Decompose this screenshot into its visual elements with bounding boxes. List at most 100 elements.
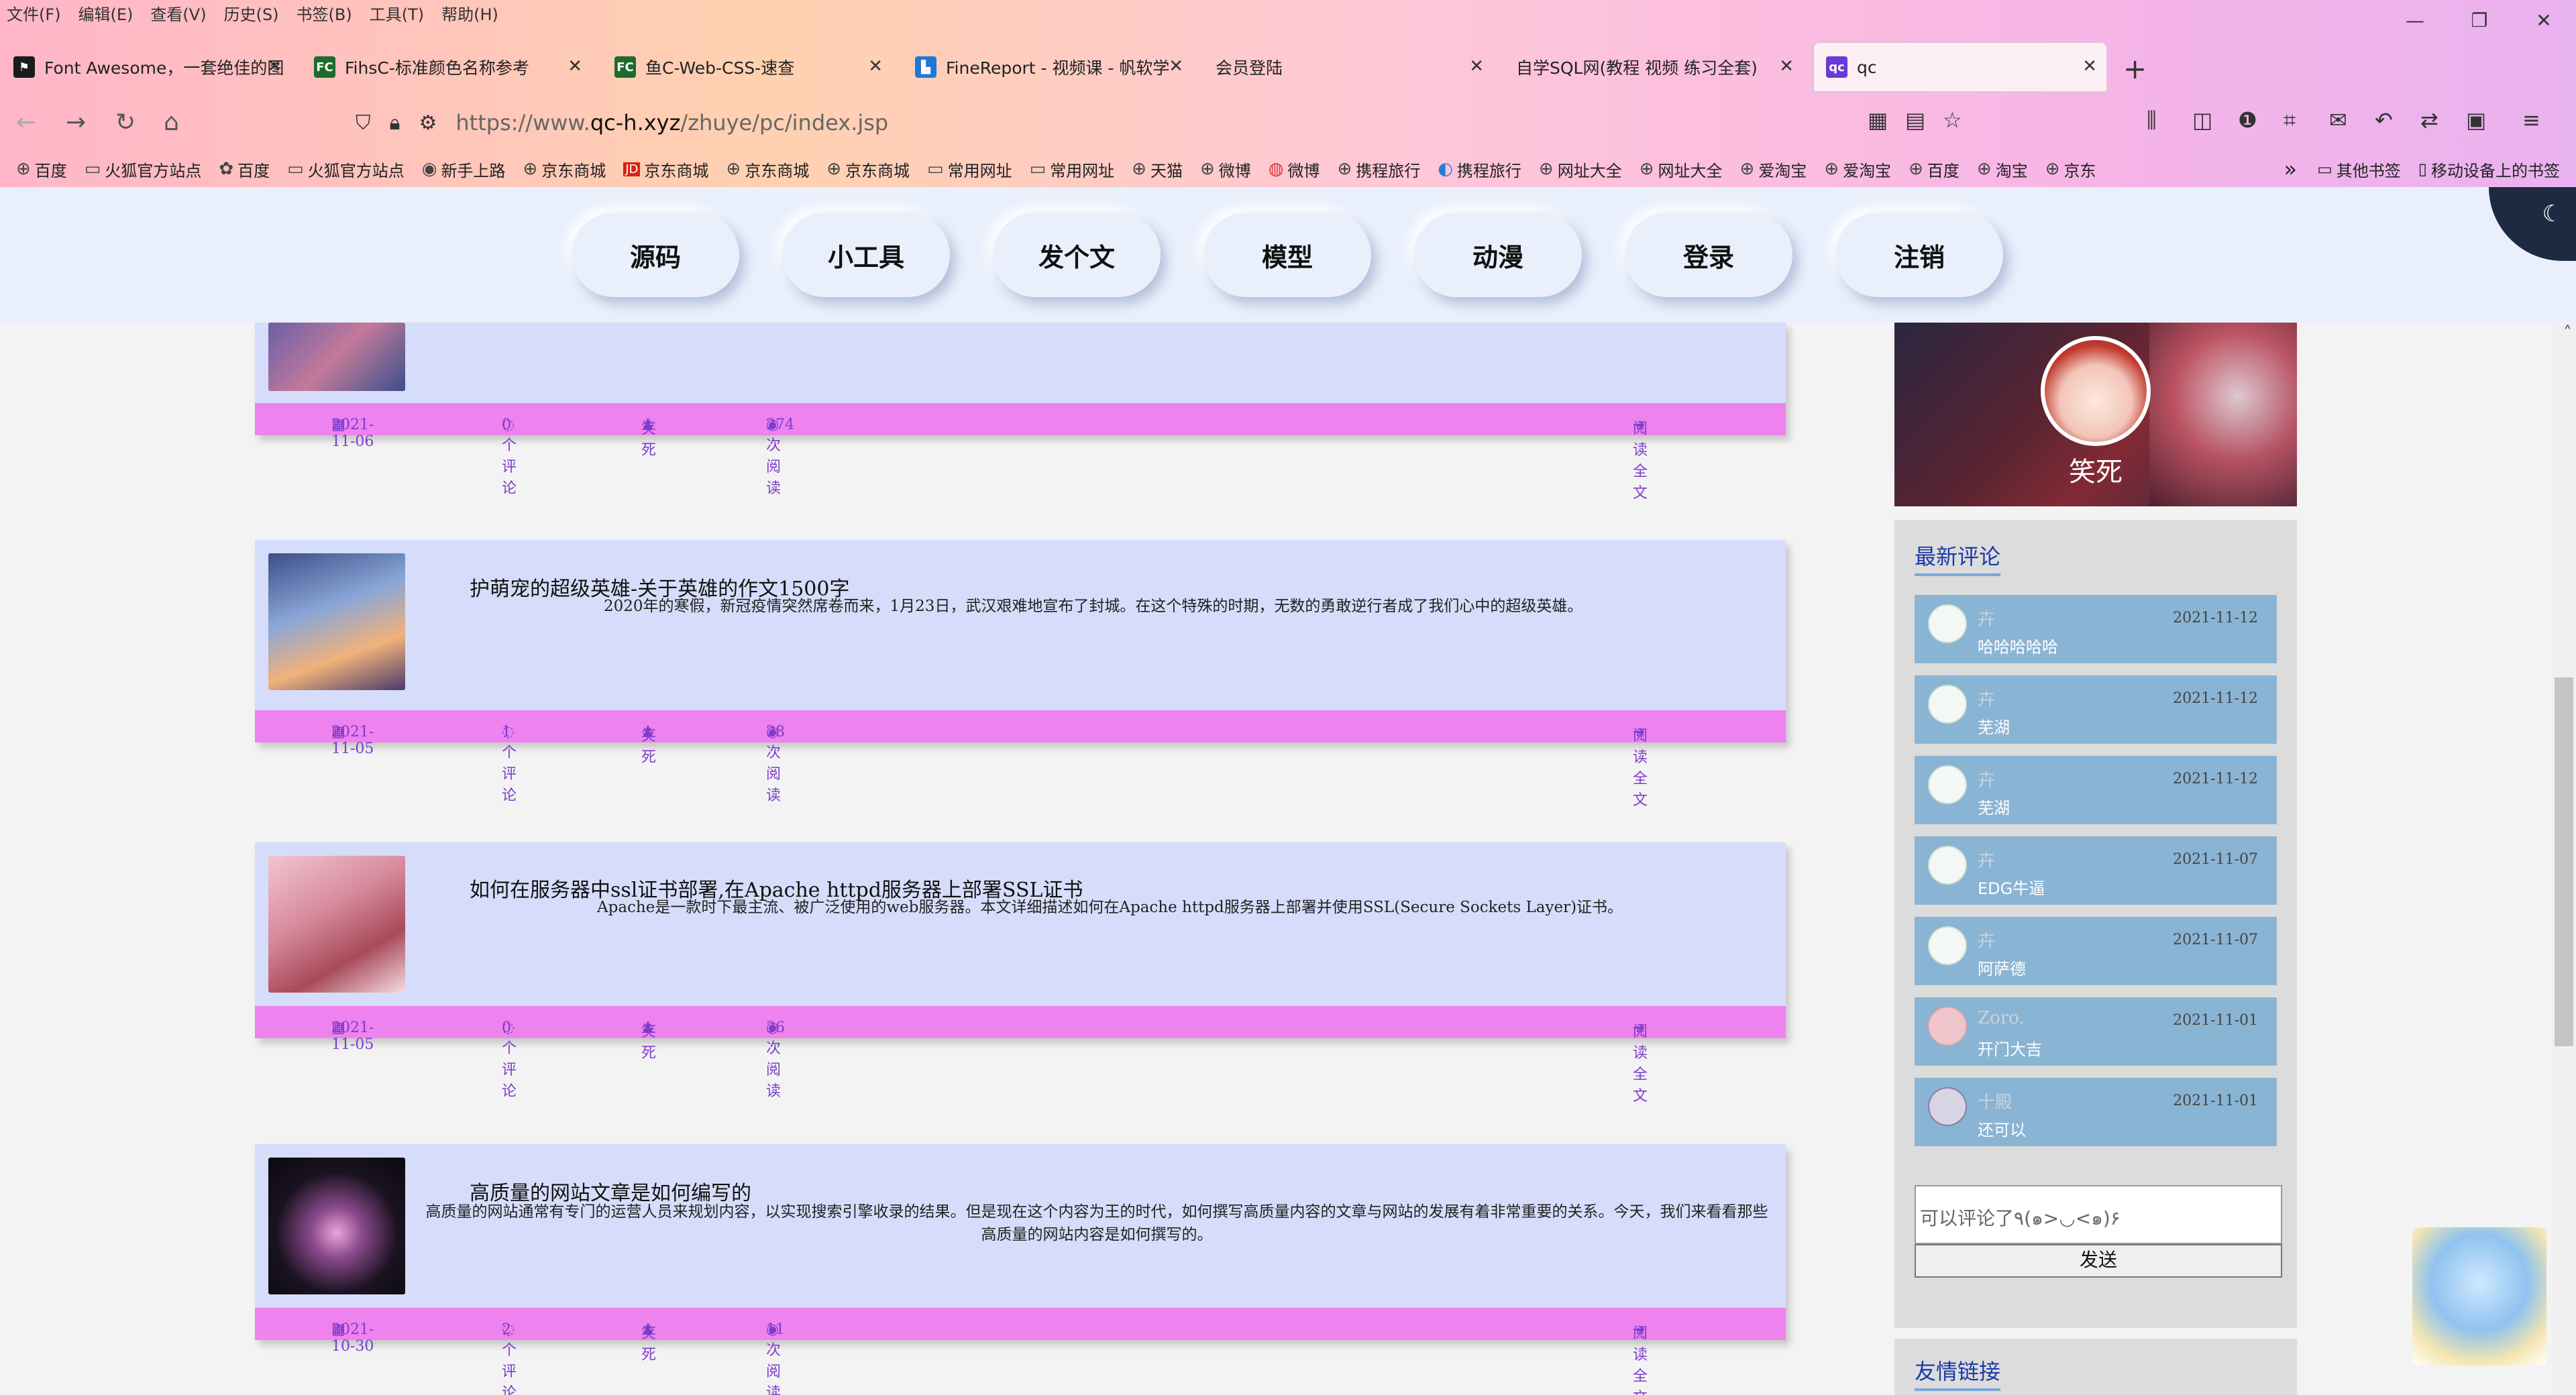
bookmark-item[interactable]: ▭ 常用网址 xyxy=(1030,158,1115,181)
back-icon[interactable]: ← xyxy=(16,109,36,136)
close-icon[interactable]: ✕ xyxy=(868,56,883,76)
tab-member-login[interactable]: 会员登陆 ✕ xyxy=(1202,42,1495,93)
terminal-icon[interactable]: ▣ xyxy=(2466,107,2486,133)
post-thumbnail[interactable] xyxy=(268,1158,405,1294)
close-icon[interactable]: ✕ xyxy=(267,56,282,76)
close-icon[interactable]: ✕ xyxy=(1469,56,1484,76)
menu-file[interactable]: 文件(F) xyxy=(7,1,61,25)
tab-font-awesome[interactable]: ⚑ Font Awesome，一套绝佳的图 ✕ xyxy=(0,42,292,93)
bookmark-item[interactable]: ⊕ 百度 xyxy=(1909,158,1960,181)
comment-input[interactable]: 可以评论了٩(๑>◡<๑)۶ xyxy=(1915,1185,2282,1244)
post-thumbnail[interactable] xyxy=(268,323,405,391)
chat-icon[interactable]: ✉ xyxy=(2329,107,2347,133)
menu-history[interactable]: 历史(S) xyxy=(224,1,279,25)
bookmark-item[interactable]: ⊕ 京东 xyxy=(2045,158,2096,181)
bookmark-item[interactable]: ◍ 微博 xyxy=(1269,158,1320,181)
library-icon[interactable]: ⫼ xyxy=(2147,107,2157,133)
post-thumbnail[interactable] xyxy=(268,553,405,690)
url-text[interactable]: https://www.qc-h.xyz/zhuye/pc/index.jsp xyxy=(455,110,888,135)
reload-icon[interactable]: ↻ xyxy=(115,109,136,136)
comment-item[interactable]: 卉 2021-11-12 哈哈哈哈哈 xyxy=(1915,595,2277,663)
nav-models[interactable]: 模型 xyxy=(1203,213,1371,297)
comment-item[interactable]: 卉 2021-11-07 EDG牛逼 xyxy=(1915,836,2277,905)
close-icon[interactable]: ✕ xyxy=(1779,56,1794,76)
restore-icon[interactable]: ❐ xyxy=(2447,0,2512,40)
menu-icon[interactable]: ≡ xyxy=(2522,107,2540,133)
nav-post[interactable]: 发个文 xyxy=(993,213,1161,297)
lock-icon[interactable]: 🔒︎ xyxy=(390,111,400,135)
comment-item[interactable]: Zoro. 2021-11-01 开门大吉 xyxy=(1915,997,2277,1066)
menu-view[interactable]: 查看(V) xyxy=(150,1,206,25)
bookmark-item[interactable]: ⊕ 天猫 xyxy=(1132,158,1183,181)
bookmark-item[interactable]: ⊕ 携程旅行 xyxy=(1337,158,1420,181)
close-icon[interactable]: ✕ xyxy=(1169,56,1183,76)
new-tab-icon[interactable]: + xyxy=(2123,52,2147,85)
send-button[interactable]: 发送 xyxy=(1915,1244,2282,1278)
bookmark-item[interactable]: ▭ 火狐官方站点 xyxy=(287,158,405,181)
tab-sql[interactable]: 自学SQL网(教程 视频 练习全套) ✕ xyxy=(1503,42,1805,93)
bookmark-item[interactable]: JD 京东商城 xyxy=(623,158,708,181)
bookmark-item[interactable]: ✿ 百度 xyxy=(219,158,270,181)
bookmark-item[interactable]: ⊕ 爱淘宝 xyxy=(1824,158,1891,181)
other-bookmarks[interactable]: 其他书签 xyxy=(2337,158,2401,181)
minimize-icon[interactable]: — xyxy=(2383,0,2447,40)
bookmark-item[interactable]: ⊕ 爱淘宝 xyxy=(1740,158,1807,181)
url-bar[interactable]: ⛉ 🔒︎ ⚙ https://www.qc-h.xyz/zhuye/pc/ind… xyxy=(356,101,1979,145)
crop-icon[interactable]: ⌗ xyxy=(2284,107,2296,133)
permissions-icon[interactable]: ⚙ xyxy=(419,111,437,135)
bookmark-star-icon[interactable]: ☆ xyxy=(1943,107,1962,133)
scroll-up-icon[interactable]: ˄ xyxy=(2563,323,2572,343)
finereport-icon: ▙ xyxy=(915,56,936,78)
mobile-bookmarks[interactable]: 移动设备上的书签 xyxy=(2431,158,2560,181)
bookmark-item[interactable]: ◐ 携程旅行 xyxy=(1438,158,1521,181)
avatar[interactable] xyxy=(2041,336,2151,446)
close-icon[interactable]: ✕ xyxy=(2082,56,2097,76)
home-icon[interactable]: ⌂ xyxy=(164,109,179,136)
bookmark-item[interactable]: ⊕ 淘宝 xyxy=(1977,158,2028,181)
bookmark-item[interactable]: ⊕ 网址大全 xyxy=(1640,158,1723,181)
tab-fishc-css[interactable]: FC 鱼C-Web-CSS-速查 ✕ xyxy=(601,42,894,93)
tab-title: FineReport - 视频课 - 帆软学 xyxy=(946,58,1170,78)
undo-icon[interactable]: ↶ xyxy=(2375,107,2393,133)
reader-view-icon[interactable]: ▤ xyxy=(1905,107,1925,133)
more-bookmarks-icon[interactable]: » xyxy=(2284,156,2298,182)
close-icon[interactable]: ✕ xyxy=(568,56,582,76)
bookmark-item[interactable]: ⊕ 网址大全 xyxy=(1539,158,1622,181)
qr-code-icon[interactable]: ▦ xyxy=(1868,107,1888,133)
mascot-widget[interactable] xyxy=(2412,1227,2546,1365)
bookmark-item[interactable]: ⊕ 京东商城 xyxy=(726,158,809,181)
forward-icon[interactable]: → xyxy=(66,109,86,136)
bookmark-item[interactable]: ▭ 火狐官方站点 xyxy=(85,158,202,181)
shield-icon[interactable]: ⛉ xyxy=(356,111,371,135)
tab-fishc-colors[interactable]: FC FihsC-标准颜色名称参考 ✕ xyxy=(301,42,593,93)
bookmark-item[interactable]: ⊕ 微博 xyxy=(1200,158,1251,181)
nav-anime[interactable]: 动漫 xyxy=(1414,213,1582,297)
post-thumbnail[interactable] xyxy=(268,856,405,993)
nav-login[interactable]: 登录 xyxy=(1625,213,1792,297)
nav-source[interactable]: 源码 xyxy=(572,213,739,297)
bookmark-item[interactable]: ⊕ 京东商城 xyxy=(826,158,910,181)
fc-icon: FC xyxy=(314,56,335,78)
flag-icon: ⚑ xyxy=(13,56,35,78)
menu-edit[interactable]: 编辑(E) xyxy=(78,1,133,25)
scrollbar-thumb[interactable] xyxy=(2555,677,2573,1046)
comment-item[interactable]: 卉 2021-11-07 阿萨德 xyxy=(1915,917,2277,985)
menu-bookmarks[interactable]: 书签(B) xyxy=(297,1,352,25)
tab-qc[interactable]: qc qc ✕ xyxy=(1813,42,2108,93)
close-window-icon[interactable]: ✕ xyxy=(2512,0,2576,40)
comment-item[interactable]: 十殿 2021-11-01 还可以 xyxy=(1915,1078,2277,1146)
tab-finereport[interactable]: ▙ FineReport - 视频课 - 帆软学 ✕ xyxy=(902,42,1194,93)
bookmark-item[interactable]: ⊕ 百度 xyxy=(16,158,67,181)
nav-tools[interactable]: 小工具 xyxy=(782,213,950,297)
menu-tools[interactable]: 工具(T) xyxy=(370,1,424,25)
sidebar-icon[interactable]: ◫ xyxy=(2192,107,2212,133)
bookmark-item[interactable]: ◉ 新手上路 xyxy=(422,158,506,181)
nav-logout[interactable]: 注销 xyxy=(1835,213,2003,297)
bookmark-item[interactable]: ▭ 常用网址 xyxy=(927,158,1012,181)
menu-help[interactable]: 帮助(H) xyxy=(441,1,498,25)
bookmark-item[interactable]: ⊕ 京东商城 xyxy=(523,158,606,181)
comment-item[interactable]: 卉 2021-11-12 芜湖 xyxy=(1915,756,2277,824)
sync-icon[interactable]: ⇄ xyxy=(2420,107,2438,133)
comment-item[interactable]: 卉 2021-11-12 芜湖 xyxy=(1915,675,2277,744)
extension-1-icon[interactable]: ❶ xyxy=(2238,107,2257,133)
